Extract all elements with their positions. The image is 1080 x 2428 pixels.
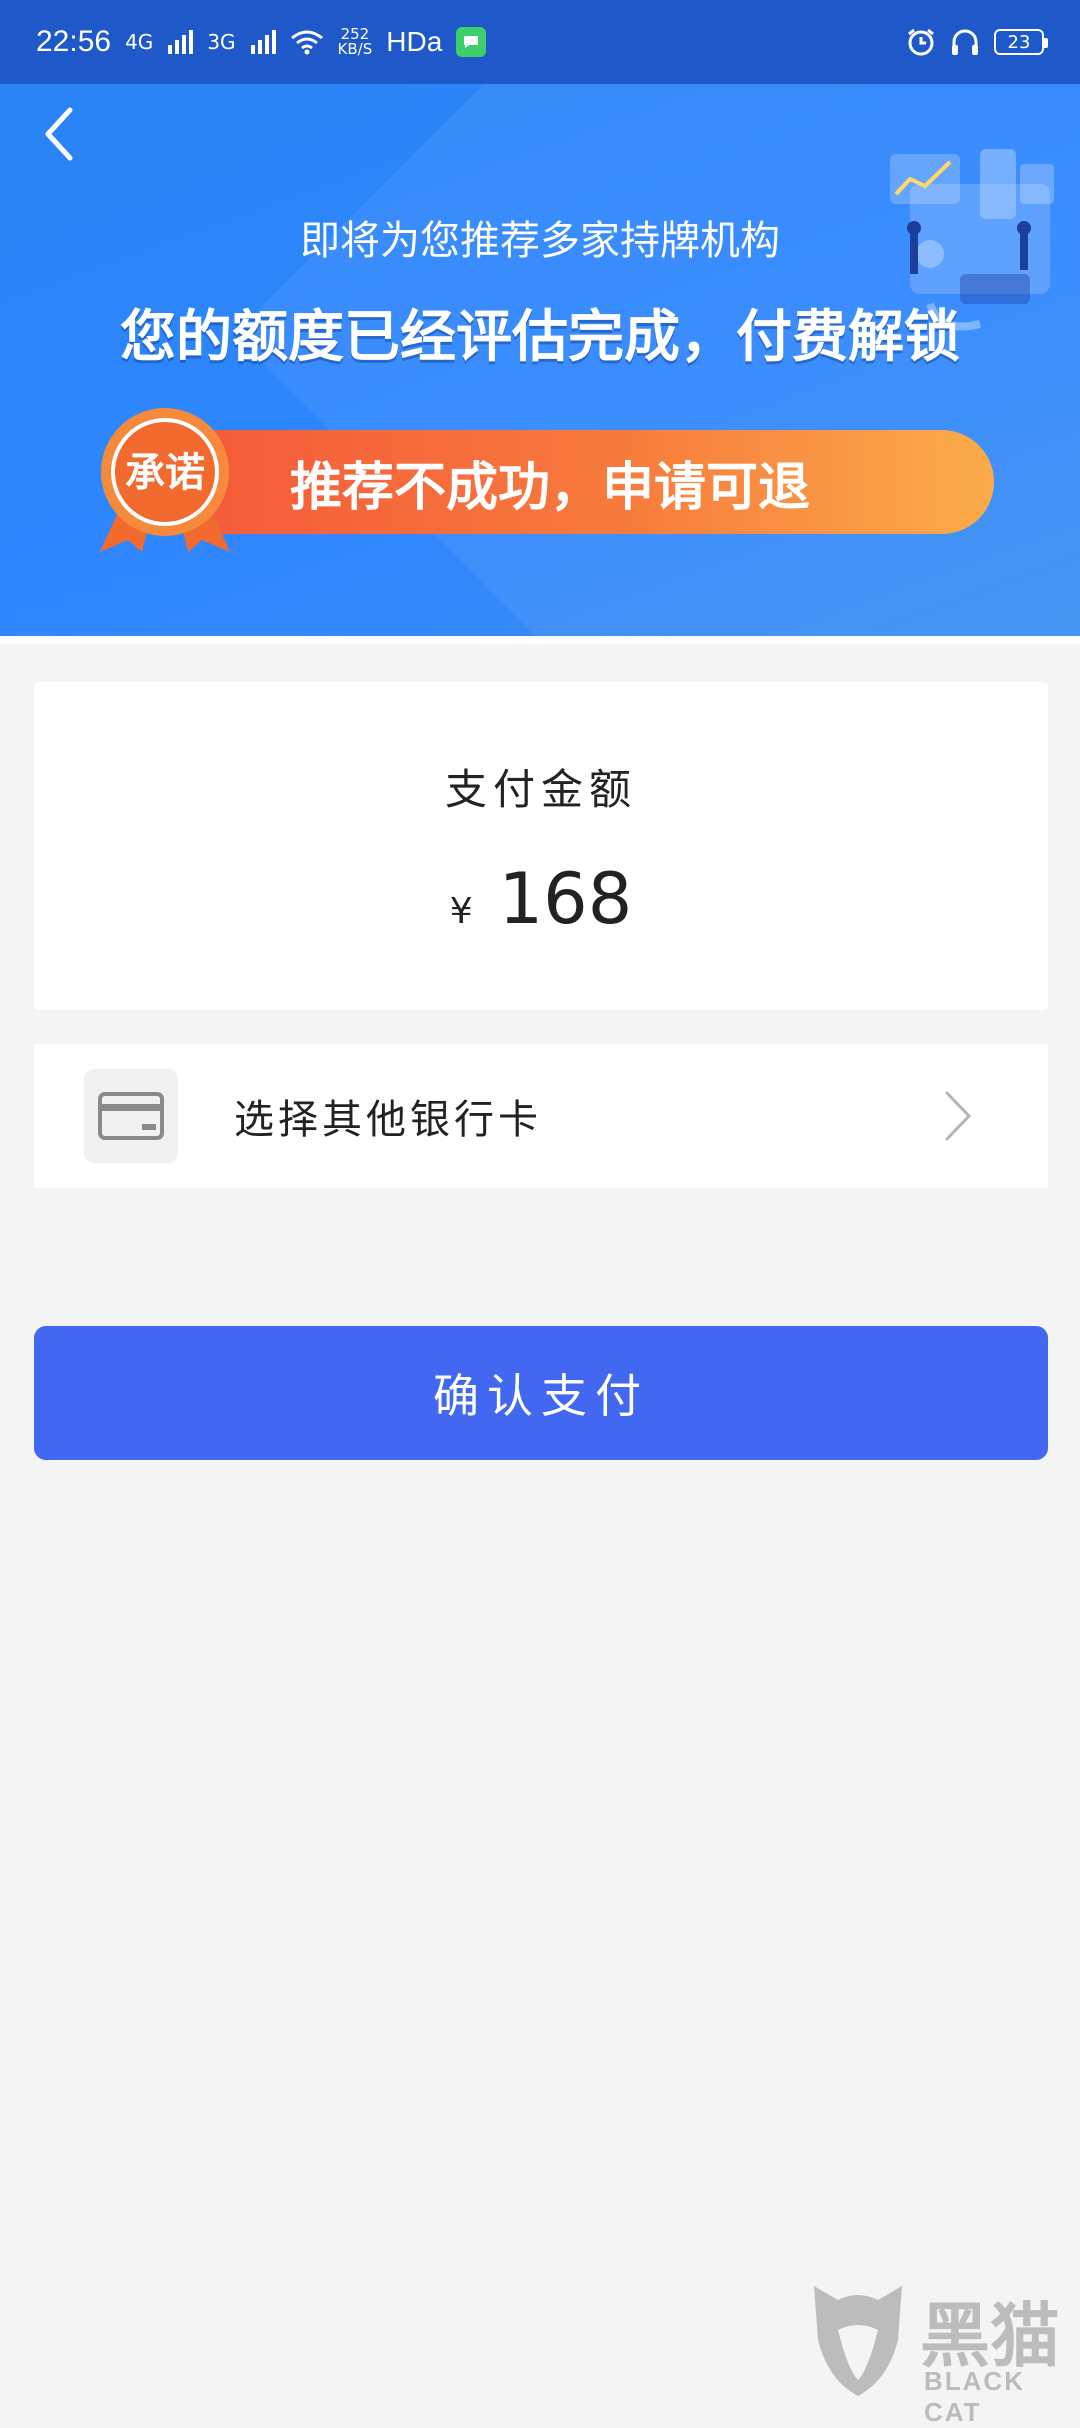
watermark-sub: BLACK CAT: [924, 2366, 1025, 2427]
wifi-icon: [290, 30, 323, 55]
promise-text: 推荐不成功，申请可退: [290, 457, 811, 518]
banner-subtitle: 即将为您推荐多家持牌机构: [300, 219, 780, 263]
signal-icon: [168, 30, 194, 54]
promo-banner: 即将为您推荐多家持牌机构 您的额度已经评估完成，付费解锁 推荐不成功，申请可退 …: [0, 84, 1080, 638]
payment-amount-card: 支付金额 ¥ 168: [34, 682, 1048, 1010]
status-bar: 22:56 4G 3G 252 KB/S HDа 23: [0, 0, 1080, 84]
banner-title: 您的额度已经评估完成，付费解锁: [120, 305, 960, 370]
network-speed: 252 KB/S: [338, 27, 373, 57]
amount-row: ¥ 168: [34, 858, 1048, 940]
select-bank-card-row[interactable]: 选择其他银行卡: [34, 1044, 1048, 1188]
network-4g-indicator: 4G: [125, 30, 154, 54]
bank-card-icon-box: [84, 1069, 178, 1163]
amount-label: 支付金额: [444, 765, 637, 814]
select-bank-card-label: 选择其他银行卡: [234, 1097, 542, 1143]
cat-shield-logo-icon: [814, 2286, 902, 2396]
message-notification-icon: [456, 27, 487, 57]
network-3g-indicator: 3G: [207, 30, 236, 54]
battery-level: 23: [1007, 31, 1031, 53]
ribbon-badge-icon: 承诺: [100, 408, 230, 552]
divider: [0, 636, 1080, 644]
alarm-icon: [908, 28, 934, 56]
promise-pill: 推荐不成功，申请可退: [150, 430, 994, 534]
headphones-icon: [952, 29, 978, 55]
signal-icon: [250, 30, 276, 54]
speed-unit: KB/S: [337, 40, 373, 58]
confirm-payment-button[interactable]: 确认支付: [34, 1326, 1048, 1460]
watermark: 黑猫 BLACK CAT: [808, 2280, 1078, 2427]
amount-value: 168: [498, 858, 633, 940]
clock: 22:56: [36, 25, 112, 58]
status-left: 22:56 4G 3G 252 KB/S HDа: [36, 25, 487, 59]
chevron-left-icon: [45, 107, 73, 161]
seal-text: 承诺: [125, 450, 205, 496]
hd-indicator: HDа: [386, 26, 443, 57]
currency-symbol: ¥: [449, 891, 473, 932]
chevron-right-icon: [938, 1086, 978, 1146]
status-right: 23: [906, 27, 1048, 57]
credit-card-icon: [98, 1092, 164, 1140]
promise-seal: 承诺: [90, 402, 240, 552]
battery-indicator: 23: [994, 29, 1048, 55]
back-button[interactable]: [30, 94, 90, 174]
